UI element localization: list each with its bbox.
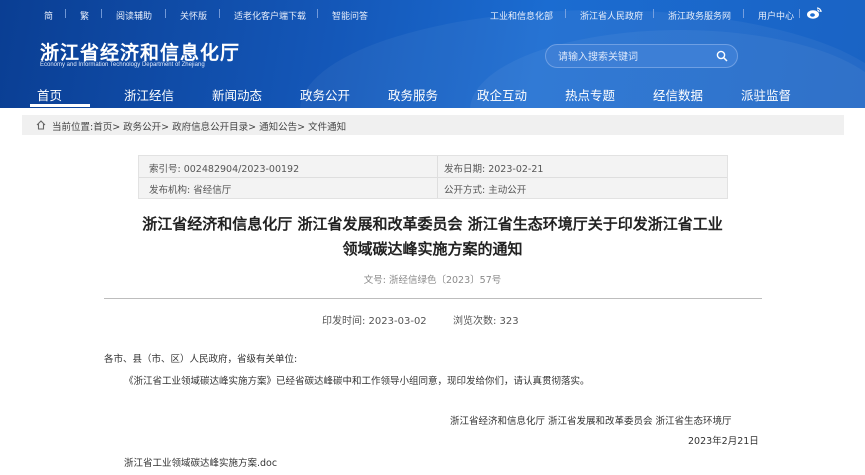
- publish-date: 发布日期: 2023-02-21: [444, 164, 544, 175]
- divider: [104, 298, 762, 299]
- separator: |: [218, 9, 222, 19]
- breadcrumb-path[interactable]: 当前位置:首页> 政务公开> 政府信息公开目录> 通知公告> 文件通知: [52, 119, 346, 133]
- provincial-gov-link[interactable]: 浙江省人民政府: [580, 9, 643, 22]
- elder-mode-link[interactable]: 关怀版: [180, 9, 207, 22]
- separator: |: [100, 9, 104, 19]
- index-number: 索引号: 002482904/2023-00192: [149, 164, 300, 175]
- nav-item-supervision[interactable]: 派驻监督: [741, 85, 791, 104]
- search-input[interactable]: [558, 49, 708, 65]
- nav-active-indicator: [30, 104, 90, 107]
- separator: |: [316, 9, 320, 19]
- salutation: 各市、县（市、区）人民政府，省级有关单位:: [104, 354, 298, 365]
- document-title-line2: 领域碳达峰实施方案的通知: [342, 240, 523, 258]
- document-info-table: 索引号: 002482904/2023-00192 发布日期: 2023-02-…: [138, 155, 728, 199]
- main-nav: 首页 浙江经信 新闻动态 政务公开 政务服务 政企互动 热点专题 经信数据 派驻…: [0, 80, 865, 108]
- reading-aid-link[interactable]: 阅读辅助: [116, 9, 152, 22]
- divider: [139, 177, 727, 178]
- breadcrumb: 当前位置:首页> 政务公开> 政府信息公开目录> 通知公告> 文件通知: [22, 115, 844, 135]
- issue-time: 印发时间: 2023-03-02: [322, 316, 427, 327]
- user-center-link[interactable]: 用户中心: [758, 9, 794, 22]
- document-number: 文号: 浙经信绿色〔2023〕57号: [363, 275, 502, 286]
- gov-service-link[interactable]: 浙江政务服务网: [668, 9, 731, 22]
- nav-item-topics[interactable]: 热点专题: [565, 85, 615, 104]
- nav-item-gov-service[interactable]: 政务服务: [388, 85, 438, 104]
- body-paragraph: 《浙江省工业领域碳达峰实施方案》已经省碳达峰碳中和工作领导小组同意，现印发给你们…: [124, 376, 590, 387]
- separator: |: [742, 9, 746, 19]
- weibo-icon[interactable]: [806, 6, 822, 20]
- traditional-chinese-link[interactable]: 繁: [80, 9, 89, 22]
- document-title: 浙江省经济和信息化厅 浙江省发展和改革委员会 浙江省生态环境厅关于印发浙江省工业…: [80, 212, 785, 262]
- site-logo-subtitle: Economy and Information Technology Depar…: [40, 62, 205, 68]
- separator: |: [564, 9, 568, 19]
- search-box: [545, 44, 738, 68]
- simplified-chinese-link[interactable]: 简: [44, 9, 53, 22]
- site-header: 简 | 繁 | 阅读辅助 | 关怀版 | 适老化客户端下载 | 智能问答 工业和…: [0, 0, 865, 108]
- signatories: 浙江省经济和信息化厅 浙江省发展和改革委员会 浙江省生态环境厅: [450, 416, 732, 427]
- nav-item-news[interactable]: 新闻动态: [212, 85, 262, 104]
- miit-link[interactable]: 工业和信息化部: [490, 9, 553, 22]
- nav-item-data[interactable]: 经信数据: [653, 85, 703, 104]
- document-title-line1: 浙江省经济和信息化厅 浙江省发展和改革委员会 浙江省生态环境厅关于印发浙江省工业: [142, 215, 723, 233]
- separator: |: [652, 9, 656, 19]
- nav-item-zhejiang-jingxin[interactable]: 浙江经信: [124, 85, 174, 104]
- nav-item-interaction[interactable]: 政企互动: [477, 85, 527, 104]
- view-count: 浏览次数: 323: [453, 316, 519, 327]
- site-logo-title[interactable]: 浙江省经济和信息化厅: [40, 38, 240, 65]
- nav-item-home[interactable]: 首页: [37, 85, 62, 104]
- nav-item-gov-affairs[interactable]: 政务公开: [300, 85, 350, 104]
- smart-qa-link[interactable]: 智能问答: [332, 9, 368, 22]
- issuing-agency: 发布机构: 省经信厅: [149, 185, 232, 196]
- client-download-link[interactable]: 适老化客户端下载: [234, 9, 306, 22]
- separator: |: [798, 9, 802, 19]
- home-icon: [36, 120, 46, 130]
- search-icon[interactable]: [716, 50, 728, 62]
- top-utility-bar: 简 | 繁 | 阅读辅助 | 关怀版 | 适老化客户端下载 | 智能问答 工业和…: [0, 0, 865, 30]
- separator: |: [164, 9, 168, 19]
- disclosure-mode: 公开方式: 主动公开: [444, 185, 527, 196]
- separator: |: [64, 9, 68, 19]
- sign-date: 2023年2月21日: [688, 436, 759, 447]
- attachment-link[interactable]: 浙江省工业领域碳达峰实施方案.doc: [124, 455, 277, 469]
